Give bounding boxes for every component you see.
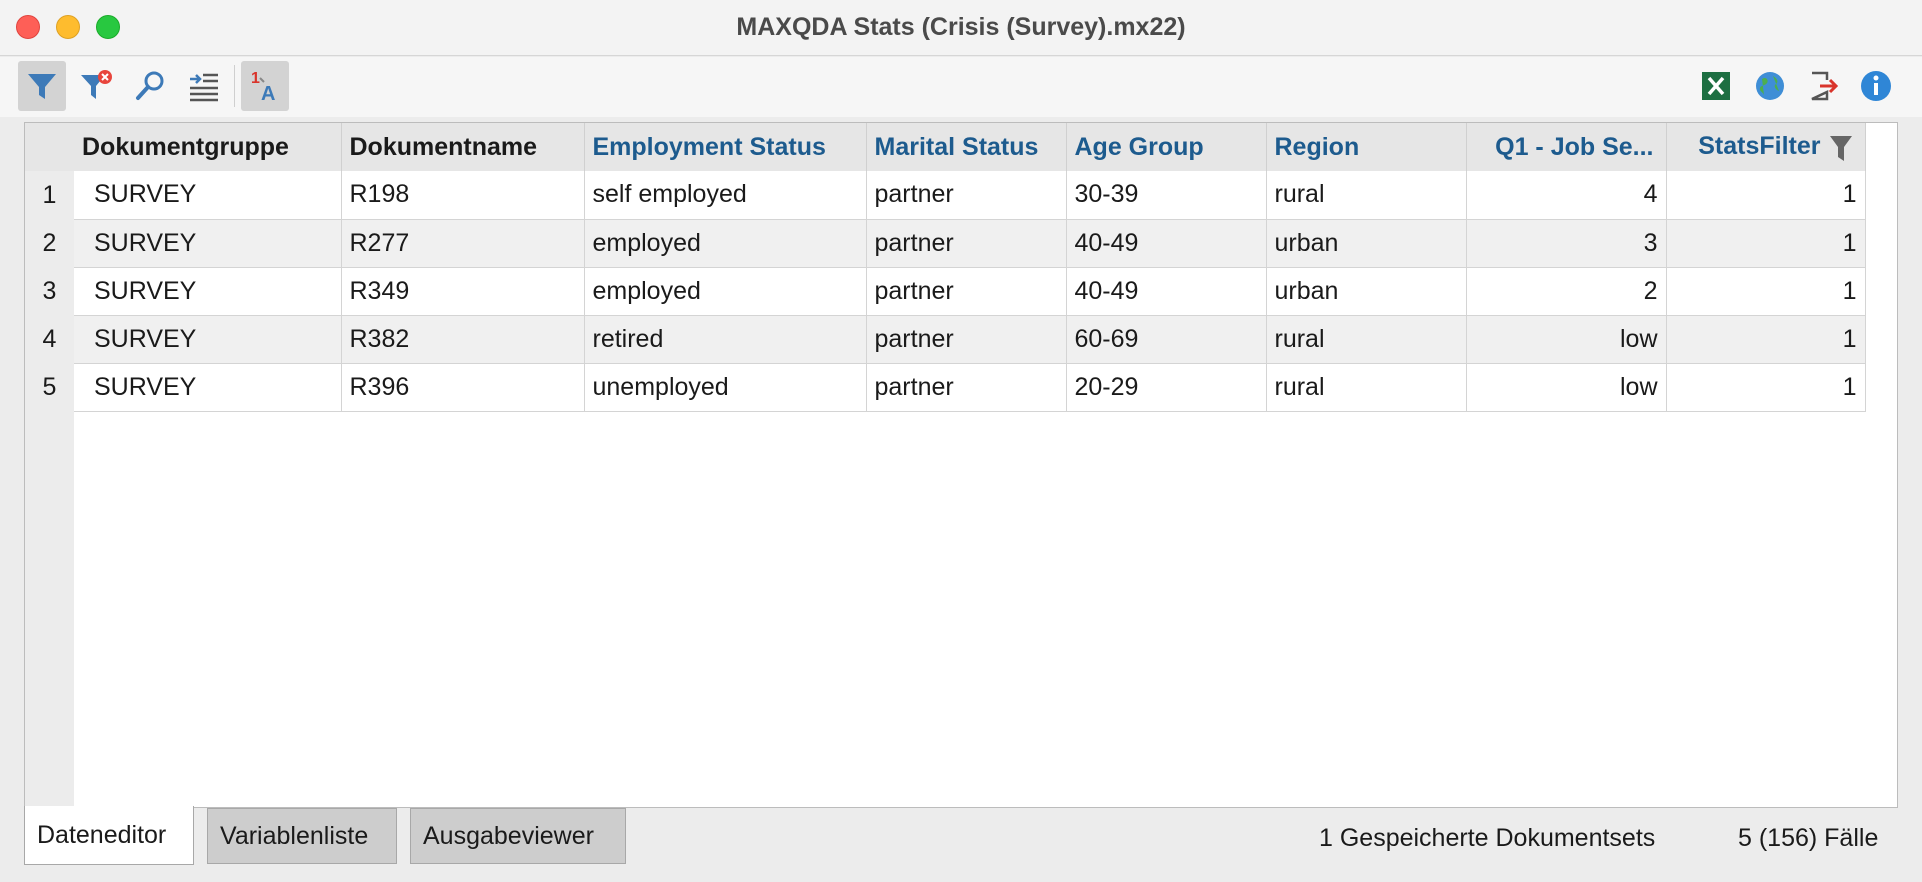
filter-icon xyxy=(28,74,56,99)
table-row[interactable]: 1 SURVEY R198 self employed partner 30-3… xyxy=(25,171,1866,220)
exit-button[interactable] xyxy=(1800,61,1848,111)
table-cell[interactable]: partner xyxy=(866,363,1067,412)
row-number: 3 xyxy=(25,267,74,315)
table-cell[interactable]: R382 xyxy=(341,315,585,364)
table-cell[interactable]: low xyxy=(1466,363,1667,412)
table-cell[interactable]: urban xyxy=(1266,267,1467,316)
row-number: 1 xyxy=(25,171,74,219)
web-export-icon xyxy=(1756,72,1784,100)
title-bar: MAXQDA Stats (Crisis (Survey).mx22) xyxy=(0,0,1922,56)
svg-text:A: A xyxy=(261,83,275,104)
column-header[interactable]: Employment Status xyxy=(584,123,867,171)
table-cell[interactable]: partner xyxy=(866,219,1067,268)
corner-cell xyxy=(25,123,74,171)
table-cell[interactable]: rural xyxy=(1266,363,1467,412)
table-cell[interactable]: R396 xyxy=(341,363,585,412)
table-cell[interactable]: 60-69 xyxy=(1066,315,1267,364)
search-button[interactable] xyxy=(126,61,174,111)
indent-list-icon xyxy=(190,73,218,102)
table-cell[interactable]: 1 xyxy=(1666,315,1866,364)
table-row[interactable]: 4 SURVEY R382 retired partner 60-69 rura… xyxy=(25,315,1866,364)
tab-ausgabeviewer[interactable]: Ausgabeviewer xyxy=(410,808,626,864)
table-cell[interactable]: urban xyxy=(1266,219,1467,268)
label-value-toggle-icon: 1 A xyxy=(251,70,275,104)
table-cell[interactable]: SURVEY xyxy=(74,171,342,220)
window-title: MAXQDA Stats (Crisis (Survey).mx22) xyxy=(736,13,1186,41)
table-cell[interactable]: SURVEY xyxy=(74,219,342,268)
table-cell[interactable]: unemployed xyxy=(584,363,867,412)
column-header[interactable]: Dokumentname xyxy=(341,123,585,171)
table-cell[interactable]: 2 xyxy=(1466,267,1667,316)
row-number: 5 xyxy=(25,363,74,411)
table-cell[interactable]: 1 xyxy=(1666,219,1866,268)
tab-dateneditor[interactable]: Dateneditor xyxy=(24,806,194,865)
table-cell[interactable]: partner xyxy=(866,315,1067,364)
filter-active-icon xyxy=(1829,135,1852,161)
table-cell[interactable]: 1 xyxy=(1666,171,1866,220)
table-cell[interactable]: 1 xyxy=(1666,363,1866,412)
table-cell[interactable]: partner xyxy=(866,267,1067,316)
toolbar: 1 A xyxy=(0,57,1922,117)
saved-docsets-status: 1 Gespeicherte Dokumentsets xyxy=(1319,824,1656,852)
table-cell[interactable]: 20-29 xyxy=(1066,363,1267,412)
label-value-toggle-button[interactable]: 1 A xyxy=(241,61,289,111)
table-cell[interactable]: SURVEY xyxy=(74,315,342,364)
table-cell[interactable]: retired xyxy=(584,315,867,364)
filter-button[interactable] xyxy=(18,61,66,111)
column-header[interactable]: Dokumentgruppe xyxy=(74,123,342,171)
column-header[interactable]: Q1 - Job Se... xyxy=(1466,123,1667,171)
svg-text:1: 1 xyxy=(251,70,260,87)
column-header[interactable]: Age Group xyxy=(1066,123,1267,171)
table-cell[interactable]: SURVEY xyxy=(74,267,342,316)
tab-label: Variablenliste xyxy=(220,821,369,850)
table-cell[interactable]: rural xyxy=(1266,171,1467,220)
table-cell[interactable]: R277 xyxy=(341,219,585,268)
column-header-label: StatsFilter xyxy=(1698,132,1821,161)
table-cell[interactable]: employed xyxy=(584,219,867,268)
column-header-statsfilter[interactable]: StatsFilter xyxy=(1666,123,1866,171)
table-cell[interactable]: partner xyxy=(866,171,1067,220)
indent-list-button[interactable] xyxy=(180,61,228,111)
exit-icon xyxy=(1811,71,1839,101)
excel-export-icon xyxy=(1702,72,1730,100)
excel-export-button[interactable] xyxy=(1692,61,1740,111)
tab-label: Ausgabeviewer xyxy=(423,821,594,850)
column-header[interactable]: Region xyxy=(1266,123,1467,171)
web-export-button[interactable] xyxy=(1746,61,1794,111)
case-count-status: 5 (156) Fälle xyxy=(1738,824,1879,852)
table-cell[interactable]: 30-39 xyxy=(1066,171,1267,220)
tab-variablenliste[interactable]: Variablenliste xyxy=(207,808,397,864)
row-number: 2 xyxy=(25,219,74,267)
table-row[interactable]: 5 SURVEY R396 unemployed partner 20-29 r… xyxy=(25,363,1866,412)
tab-label: Dateneditor xyxy=(37,820,167,849)
clear-filter-button[interactable] xyxy=(72,61,120,111)
table-cell[interactable]: 3 xyxy=(1466,219,1667,268)
table-cell[interactable]: rural xyxy=(1266,315,1467,364)
data-table: Dokumentgruppe Dokumentname Employment S… xyxy=(24,122,1898,808)
table-cell[interactable]: 1 xyxy=(1666,267,1866,316)
table-cell[interactable]: R349 xyxy=(341,267,585,316)
table-row[interactable]: 2 SURVEY R277 employed partner 40-49 urb… xyxy=(25,219,1866,268)
info-button[interactable] xyxy=(1852,61,1900,111)
table-cell[interactable]: 40-49 xyxy=(1066,219,1267,268)
table-cell[interactable]: R198 xyxy=(341,171,585,220)
table-cell[interactable]: low xyxy=(1466,315,1667,364)
toolbar-separator xyxy=(234,65,235,107)
app-window: MAXQDA Stats (Crisis (Survey).mx22) 1 A … xyxy=(0,0,1922,882)
table-cell[interactable]: SURVEY xyxy=(74,363,342,412)
table-row[interactable]: 3 SURVEY R349 employed partner 40-49 urb… xyxy=(25,267,1866,316)
table-cell[interactable]: self employed xyxy=(584,171,867,220)
column-header[interactable]: Marital Status xyxy=(866,123,1067,171)
bottom-bar: Dateneditor Variablenliste Ausgabeviewer… xyxy=(0,806,1922,882)
info-icon xyxy=(1861,71,1891,101)
row-number: 4 xyxy=(25,315,74,363)
table-cell[interactable]: 40-49 xyxy=(1066,267,1267,316)
table-cell[interactable]: employed xyxy=(584,267,867,316)
search-icon xyxy=(136,71,164,100)
table-header-row: Dokumentgruppe Dokumentname Employment S… xyxy=(25,123,1866,171)
clear-filter-icon xyxy=(81,70,112,99)
table-cell[interactable]: 4 xyxy=(1466,171,1667,220)
